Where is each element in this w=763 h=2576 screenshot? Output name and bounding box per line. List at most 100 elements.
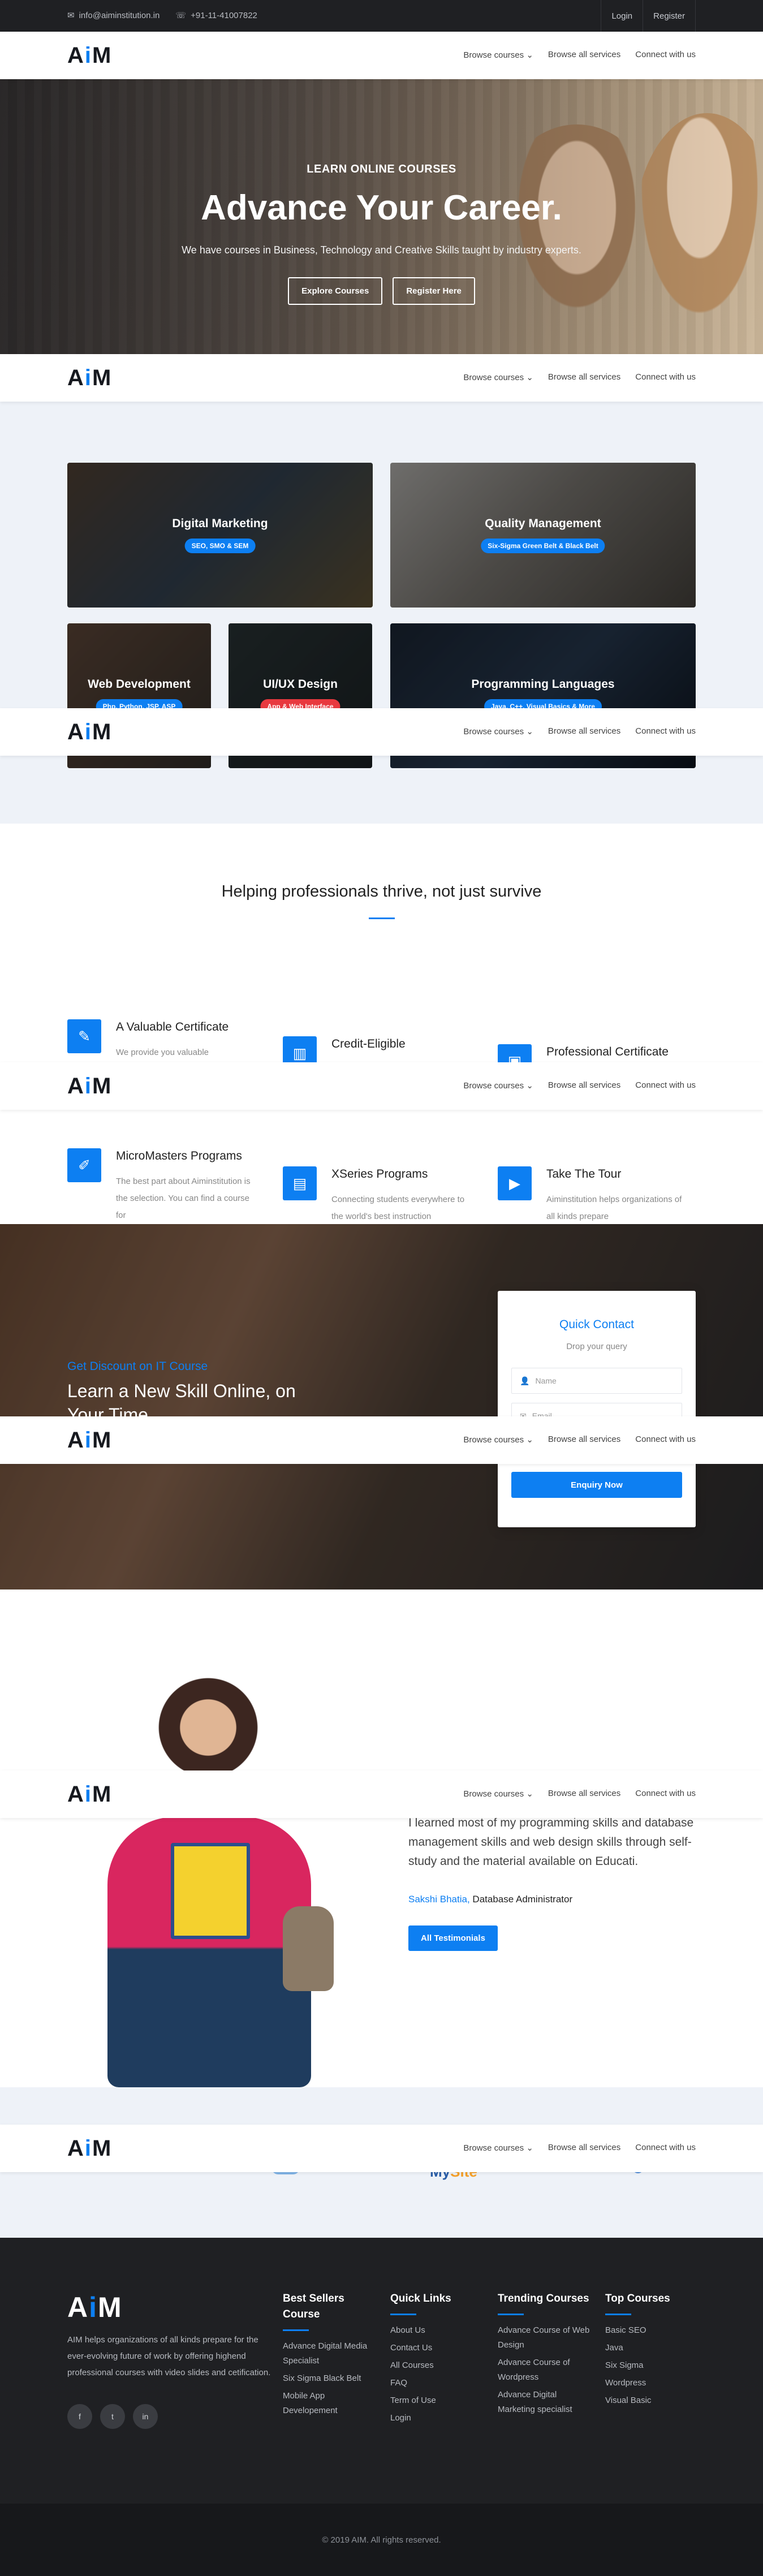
nav-menu: Browse courses ⌄ Browse all services Con… xyxy=(463,2143,696,2153)
nav-browse-courses[interactable]: Browse courses ⌄ xyxy=(463,50,533,60)
site-logo[interactable]: AiM xyxy=(67,1074,112,1099)
hero-title: Advance Your Career. xyxy=(201,188,562,227)
nav-browse-courses[interactable]: Browse courses ⌄ xyxy=(463,372,533,382)
footer-link[interactable]: Six Sigma xyxy=(605,2358,699,2373)
register-link[interactable]: Register xyxy=(643,0,696,32)
register-here-button[interactable]: Register Here xyxy=(393,277,475,305)
feature-title: Professional Certificate xyxy=(546,1045,669,1058)
feature-title: Take The Tour xyxy=(546,1168,622,1181)
nav-browse-services[interactable]: Browse all services xyxy=(548,1789,620,1799)
headset-icon: ☏ xyxy=(175,11,187,20)
nav-connect[interactable]: Connect with us xyxy=(635,2143,696,2153)
footer-col-trending: Trending Courses Advance Course of Web D… xyxy=(498,2291,591,2420)
nav-menu: Browse courses ⌄ Browse all services Con… xyxy=(463,1435,696,1445)
hero-kicker: LEARN ONLINE COURSES xyxy=(307,163,456,175)
nav-connect[interactable]: Connect with us xyxy=(635,1435,696,1445)
backpack-image xyxy=(283,1906,334,1991)
nav-browse-courses[interactable]: Browse courses ⌄ xyxy=(463,1435,533,1445)
footer-about: AIM helps organizations of all kinds pre… xyxy=(67,2335,271,2377)
testimonial-section: I learned most of my programming skills … xyxy=(0,1589,763,2087)
feature-xseries: ▤ XSeries Programs Connecting students e… xyxy=(283,1166,486,1223)
nav-browse-courses[interactable]: Browse courses ⌄ xyxy=(463,2143,533,2153)
name-field[interactable]: 👤 Name xyxy=(511,1368,682,1394)
nav-menu: Browse courses ⌄ Browse all services Con… xyxy=(463,726,696,736)
footer-link[interactable]: Contact Us xyxy=(390,2341,484,2355)
phone-text: +91-11-41007822 xyxy=(191,10,257,20)
site-logo[interactable]: AiM xyxy=(67,720,112,745)
pencil-square-icon: ✎ xyxy=(67,1019,101,1053)
footer: AiM AIM helps organizations of all kinds… xyxy=(0,2238,763,2504)
footer-link[interactable]: Advance Digital Media Specialist xyxy=(283,2339,376,2368)
facebook-icon[interactable]: f xyxy=(67,2404,92,2429)
author-name[interactable]: Sakshi Bhatia, xyxy=(408,1894,470,1905)
site-logo[interactable]: AiM xyxy=(67,43,112,68)
all-testimonials-button[interactable]: All Testimonials xyxy=(408,1925,498,1951)
footer-link[interactable]: Advance Course of Wordpress xyxy=(498,2355,591,2385)
nav-browse-services[interactable]: Browse all services xyxy=(548,1435,620,1445)
nav-connect[interactable]: Connect with us xyxy=(635,50,696,60)
nav-connect[interactable]: Connect with us xyxy=(635,1080,696,1091)
nav-browse-services[interactable]: Browse all services xyxy=(548,50,620,60)
nav-menu: Browse courses ⌄ Browse all services Con… xyxy=(463,1080,696,1091)
chevron-down-icon: ⌄ xyxy=(526,50,533,60)
footer-link[interactable]: About Us xyxy=(390,2323,484,2338)
nav-connect[interactable]: Connect with us xyxy=(635,726,696,736)
nav-browse-services[interactable]: Browse all services xyxy=(548,726,620,736)
testimonial-quote: I learned most of my programming skills … xyxy=(408,1816,694,1868)
footer-link[interactable]: Login xyxy=(390,2411,484,2426)
course-title: UI/UX Design xyxy=(263,678,338,691)
copyright-bar: © 2019 AIM. All rights reserved. xyxy=(0,2504,763,2576)
phone-contact[interactable]: ☏ +91-11-41007822 xyxy=(175,10,257,21)
footer-link[interactable]: Mobile App Developement xyxy=(283,2389,376,2418)
course-card-digital-marketing[interactable]: Digital Marketing SEO, SMO & SEM xyxy=(67,463,373,608)
course-tag: SEO, SMO & SEM xyxy=(184,539,256,553)
footer-link[interactable]: Advance Digital Marketing specialist xyxy=(498,2388,591,2417)
footer-link[interactable]: Visual Basic xyxy=(605,2393,699,2408)
nav-browse-courses[interactable]: Browse courses ⌄ xyxy=(463,1789,533,1799)
footer-link[interactable]: FAQ xyxy=(390,2376,484,2390)
nav-browse-courses[interactable]: Browse courses ⌄ xyxy=(463,726,533,736)
nav-connect[interactable]: Connect with us xyxy=(635,1789,696,1799)
course-card-quality-management[interactable]: Quality Management Six-Sigma Green Belt … xyxy=(390,463,696,608)
login-link[interactable]: Login xyxy=(601,0,643,32)
chevron-down-icon: ⌄ xyxy=(526,1081,533,1091)
site-logo[interactable]: AiM xyxy=(67,365,112,391)
nav-browse-services[interactable]: Browse all services xyxy=(548,2143,620,2153)
linkedin-icon[interactable]: in xyxy=(133,2404,158,2429)
twitter-icon[interactable]: t xyxy=(100,2404,125,2429)
site-logo[interactable]: AiM xyxy=(67,1782,112,1807)
site-logo[interactable]: AiM xyxy=(67,2136,112,2161)
copyright-text: © 2019 AIM. All rights reserved. xyxy=(322,2535,441,2545)
nav-browse-services[interactable]: Browse all services xyxy=(548,372,620,382)
feature-title: A Valuable Certificate xyxy=(116,1020,229,1033)
feature-take-tour: ▶ Take The Tour Aiminstitution helps org… xyxy=(498,1166,701,1223)
footer-link[interactable]: Java xyxy=(605,2341,699,2355)
quick-contact-subtitle: Drop your query xyxy=(566,1342,627,1351)
testimonial-author: Sakshi Bhatia, Database Administrator xyxy=(408,1894,572,1905)
footer-link[interactable]: All Courses xyxy=(390,2358,484,2373)
footer-link[interactable]: Basic SEO xyxy=(605,2323,699,2338)
chevron-down-icon: ⌄ xyxy=(526,727,533,736)
nav-browse-services[interactable]: Browse all services xyxy=(548,1080,620,1091)
site-logo[interactable]: AiM xyxy=(67,1428,112,1453)
enquiry-now-button[interactable]: Enquiry Now xyxy=(511,1472,682,1498)
discount-kicker: Get Discount on IT Course xyxy=(67,1360,208,1373)
footer-link[interactable]: Term of Use xyxy=(390,2393,484,2408)
footer-link[interactable]: Six Sigma Black Belt xyxy=(283,2371,376,2386)
email-contact[interactable]: ✉ info@aiminstitution.in xyxy=(67,10,160,21)
footer-logo[interactable]: AiM xyxy=(67,2291,123,2324)
footer-link[interactable]: Wordpress xyxy=(605,2376,699,2390)
footer-col-top-courses: Top Courses Basic SEO Java Six Sigma Wor… xyxy=(605,2291,699,2411)
course-title: Quality Management xyxy=(485,517,601,530)
courses-section: Digital Marketing SEO, SMO & SEM Quality… xyxy=(0,402,763,824)
explore-courses-button[interactable]: Explore Courses xyxy=(288,277,383,305)
sticky-navbar: AiM Browse courses ⌄ Browse all services… xyxy=(0,2125,763,2172)
nav-browse-courses[interactable]: Browse courses ⌄ xyxy=(463,1080,533,1091)
sticky-navbar: AiM Browse courses ⌄ Browse all services… xyxy=(0,1771,763,1818)
footer-link[interactable]: Advance Course of Web Design xyxy=(498,2323,591,2353)
main-navbar: AiM Browse courses ⌄ Browse all services… xyxy=(0,32,763,79)
footer-col-title: Best Sellers Course xyxy=(283,2293,344,2320)
email-text: info@aiminstitution.in xyxy=(79,10,160,20)
course-title: Programming Languages xyxy=(471,678,615,691)
nav-connect[interactable]: Connect with us xyxy=(635,372,696,382)
